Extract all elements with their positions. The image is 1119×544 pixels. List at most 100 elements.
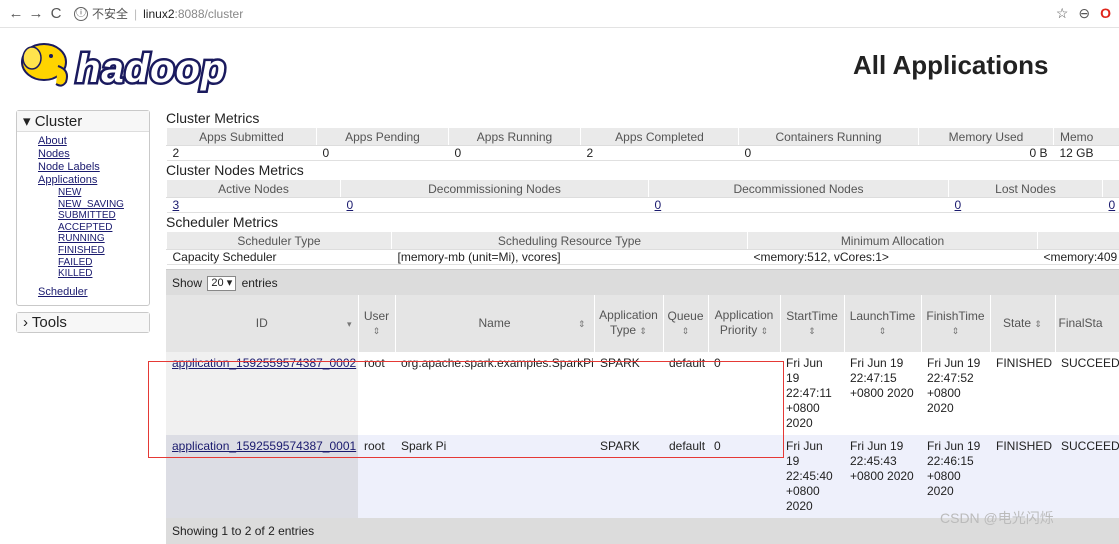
col-unhealthy-nodes — [1103, 180, 1119, 198]
expand-icon: › — [23, 314, 28, 331]
watermark: CSDN @电光闪烁 — [940, 508, 1054, 528]
sidebar-link-new[interactable]: NEW — [58, 187, 149, 199]
entries-label: entries — [242, 276, 278, 290]
col-minimum-allocation: Minimum Allocation — [748, 232, 1038, 250]
sidebar-link-about[interactable]: About — [38, 135, 149, 148]
link-active-nodes[interactable]: 3 — [173, 198, 180, 212]
bookmark-star-icon[interactable]: ☆ — [1056, 5, 1069, 22]
header-state-label: State — [1003, 316, 1031, 330]
cell-final-status: SUCCEED — [1055, 352, 1119, 435]
table-row: application_1592559574387_0002 root org.… — [166, 352, 1119, 435]
tools-panel-title: Tools — [32, 314, 67, 331]
cell-name: org.apache.spark.examples.SparkPi — [395, 352, 594, 435]
cell-launch-time: Fri Jun 19 22:47:15 +0800 2020 — [844, 352, 921, 435]
sidebar-link-scheduler[interactable]: Scheduler — [38, 286, 149, 299]
header-finish-time-label: FinishTime — [926, 309, 984, 323]
sort-icon: ⇕ — [639, 326, 647, 336]
cell-priority: 0 — [708, 435, 780, 518]
elephant-ear — [23, 47, 41, 69]
sort-icon: ⇕ — [784, 324, 841, 339]
page-title: All Applications — [853, 50, 1049, 81]
cell-type: SPARK — [594, 435, 663, 518]
link-decommissioned-nodes[interactable]: 0 — [655, 198, 662, 212]
cluster-panel-title: Cluster — [35, 113, 83, 130]
cell-user: root — [358, 352, 395, 435]
logo-wordmark: hadoop — [76, 47, 226, 91]
header-launch-time[interactable]: LaunchTime⇕ — [844, 295, 921, 352]
col-apps-submitted: Apps Submitted — [167, 128, 317, 146]
cell-type: SPARK — [594, 352, 663, 435]
sidebar-link-finished[interactable]: FINISHED — [58, 245, 149, 257]
val-containers-running: 0 — [739, 146, 919, 161]
header-id-label: ID — [256, 316, 268, 330]
header-launch-time-label: LaunchTime — [850, 309, 916, 323]
entries-length-bar: Show 20 ▾ entries — [166, 269, 1119, 295]
header-finish-time[interactable]: FinishTime⇕ — [921, 295, 990, 352]
sidebar-link-killed[interactable]: KILLED — [58, 268, 149, 280]
header-final-status[interactable]: FinalSta — [1055, 295, 1119, 352]
sort-icon: ⇕ — [1034, 319, 1042, 329]
val-memory-total: 12 GB — [1054, 146, 1119, 161]
link-decommissioning-nodes[interactable]: 0 — [347, 198, 354, 212]
header-application-type[interactable]: Application Type ⇕ — [594, 295, 663, 352]
info-icon[interactable]: ⓘ — [74, 7, 88, 21]
sidebar-link-new-saving[interactable]: NEW_SAVING — [58, 199, 149, 211]
header-application-priority[interactable]: Application Priority ⇕ — [708, 295, 780, 352]
sidebar-link-nodes[interactable]: Nodes — [38, 148, 149, 161]
col-decommissioned-nodes: Decommissioned Nodes — [649, 180, 949, 198]
header-name[interactable]: Name⇕ — [395, 295, 594, 352]
scheduler-metrics-table: Scheduler Type Scheduling Resource Type … — [166, 231, 1119, 265]
header-queue[interactable]: Queue⇕ — [663, 295, 708, 352]
header-start-time[interactable]: StartTime⇕ — [780, 295, 844, 352]
sidebar-link-running[interactable]: RUNNING — [58, 233, 149, 245]
col-scheduling-resource-type: Scheduling Resource Type — [392, 232, 748, 250]
url-host: linux2 — [143, 7, 174, 21]
account-icon[interactable]: ⊖ — [1078, 5, 1090, 22]
app-id-link[interactable]: application_1592559574387_0002 — [172, 356, 356, 370]
cell-start-time: Fri Jun 19 22:45:40 +0800 2020 — [780, 435, 844, 518]
sort-desc-icon: ▾ — [347, 317, 352, 332]
address-bar[interactable]: ⓘ 不安全 | linux2:8088/cluster — [74, 5, 243, 22]
app-id-link[interactable]: application_1592559574387_0001 — [172, 439, 356, 453]
val-minimum-allocation: <memory:512, vCores:1> — [748, 250, 1038, 265]
col-decommissioning-nodes: Decommissioning Nodes — [341, 180, 649, 198]
address-separator: | — [134, 7, 137, 21]
tools-panel-header[interactable]: › Tools — [17, 313, 149, 332]
link-lost-nodes[interactable]: 0 — [955, 198, 962, 212]
hadoop-logo[interactable]: hadoop — [18, 36, 250, 96]
sidebar-link-accepted[interactable]: ACCEPTED — [58, 222, 149, 234]
back-icon[interactable]: ← — [6, 5, 26, 22]
cluster-panel-header[interactable]: ▾ Cluster — [17, 111, 149, 132]
header-state[interactable]: State ⇕ — [990, 295, 1055, 352]
tools-panel: › Tools — [16, 312, 150, 333]
col-apps-running: Apps Running — [449, 128, 581, 146]
header-id[interactable]: ID ▾ — [166, 295, 358, 352]
header-user[interactable]: User⇕ — [358, 295, 395, 352]
cluster-links: About Nodes Node Labels Applications NEW… — [17, 132, 149, 305]
sidebar-link-node-labels[interactable]: Node Labels — [38, 161, 149, 174]
val-maximum-allocation: <memory:409 — [1038, 250, 1119, 265]
sort-icon: ⇕ — [667, 324, 705, 339]
col-active-nodes: Active Nodes — [167, 180, 341, 198]
sidebar-link-failed[interactable]: FAILED — [58, 257, 149, 269]
header-name-label: Name — [478, 316, 510, 330]
select-arrow-icon: ▾ — [227, 277, 233, 289]
cell-state: FINISHED — [990, 352, 1055, 435]
val-memory-used: 0 B — [919, 146, 1054, 161]
cell-queue: default — [663, 435, 708, 518]
col-maximum-allocation — [1038, 232, 1119, 250]
forward-icon[interactable]: → — [26, 5, 46, 22]
sidebar-link-applications[interactable]: Applications — [38, 174, 149, 187]
cell-user: root — [358, 435, 395, 518]
cell-finish-time: Fri Jun 19 22:47:52 +0800 2020 — [921, 352, 990, 435]
browser-actions: ☆ ⊖ O — [1056, 5, 1111, 22]
entries-select[interactable]: 20 ▾ — [207, 276, 236, 291]
link-unhealthy-nodes[interactable]: 0 — [1109, 198, 1116, 212]
reload-icon[interactable]: C — [46, 5, 66, 22]
opera-icon[interactable]: O — [1100, 5, 1111, 22]
header-user-label: User — [364, 309, 389, 323]
nodes-metrics-table: Active Nodes Decommissioning Nodes Decom… — [166, 179, 1119, 213]
sidebar-link-submitted[interactable]: SUBMITTED — [58, 210, 149, 222]
scheduler-metrics-title: Scheduler Metrics — [166, 213, 1119, 231]
security-label: 不安全 — [92, 5, 128, 22]
